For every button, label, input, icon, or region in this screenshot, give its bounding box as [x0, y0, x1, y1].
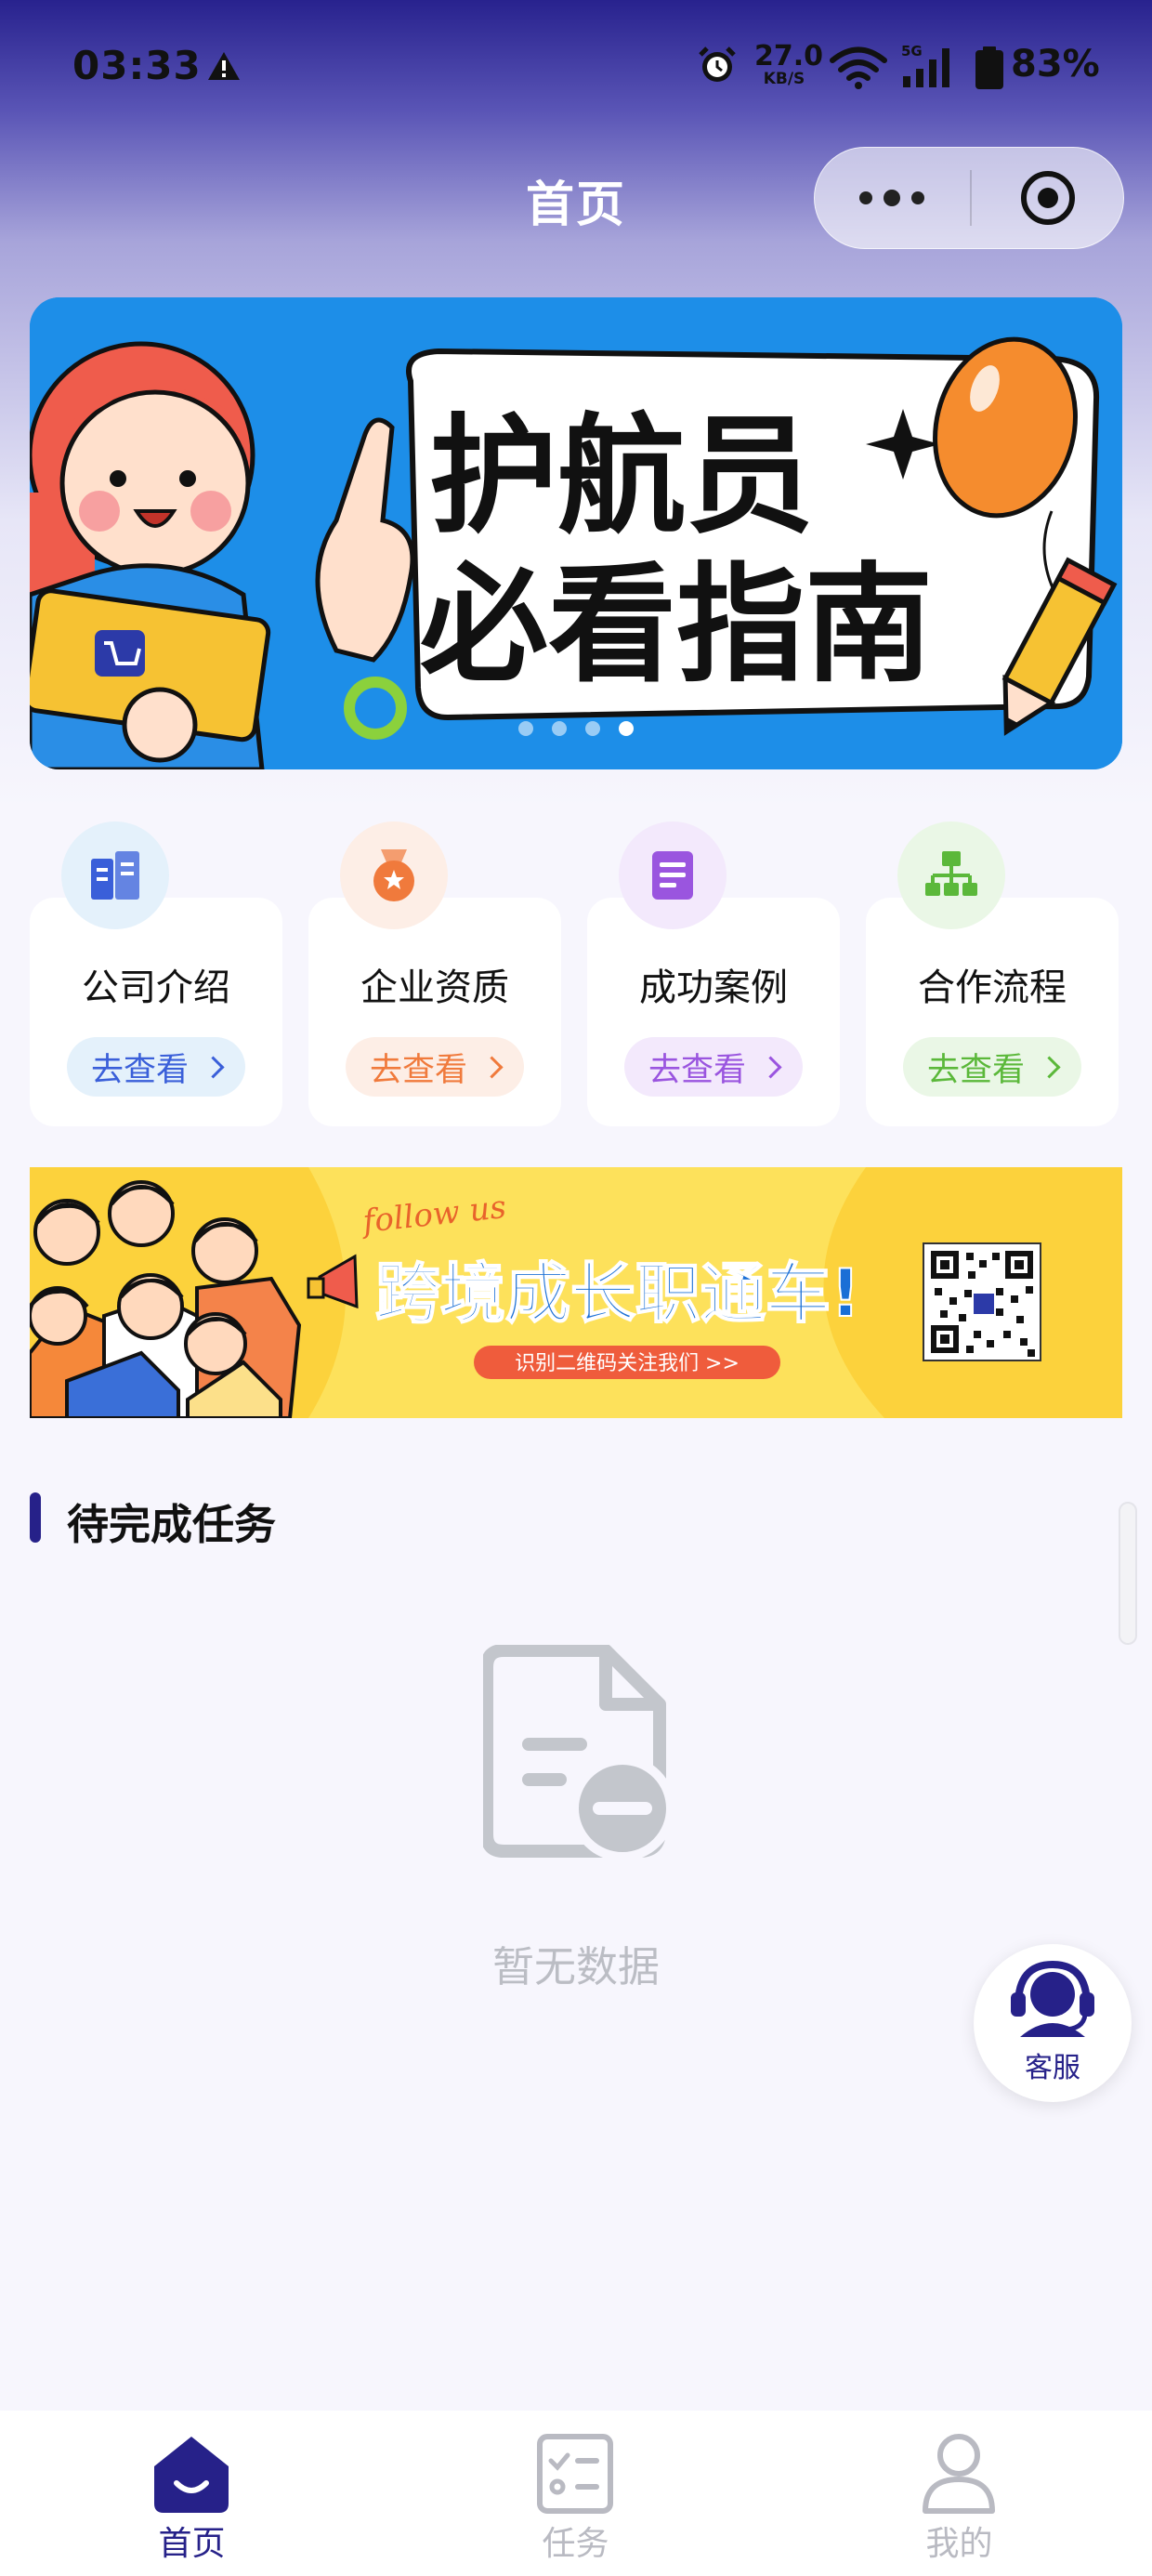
chevron-right-icon: [480, 1055, 504, 1079]
warning-icon: [208, 52, 240, 80]
battery-icon: [975, 46, 1003, 89]
pagination-dot-active[interactable]: [619, 721, 634, 736]
promo-cta: 识别二维码关注我们 >>: [515, 1352, 740, 1375]
section-title: 待完成任务: [67, 1500, 277, 1549]
network-speed: 27.0 KB/S: [754, 40, 824, 88]
home-icon: [154, 2437, 229, 2513]
banner-pagination: [30, 721, 1122, 736]
bottom-tab-bar: 首页 任务 我的: [0, 2411, 1152, 2576]
building-icon: [61, 821, 169, 929]
empty-document-icon: [483, 1645, 675, 1861]
chevron-right-icon: [202, 1055, 225, 1079]
promo-banner[interactable]: follow us 跨境成长职通车! 识别二维码关注我们 >>: [30, 1167, 1122, 1418]
task-list-icon: [537, 2434, 613, 2514]
promo-illustration: follow us 跨境成长职通车! 识别二维码关注我们 >>: [30, 1167, 1122, 1418]
more-options-button[interactable]: [815, 148, 969, 248]
mini-program-capsule: [814, 147, 1124, 249]
more-dot-icon: [911, 191, 924, 204]
view-details-label: 去查看: [369, 1051, 467, 1089]
tab-profile-label: 我的: [925, 2525, 993, 2563]
tab-home[interactable]: 首页: [0, 2411, 384, 2576]
pagination-dot[interactable]: [518, 721, 533, 736]
network-speed-unit: KB/S: [763, 70, 805, 88]
banner-illustration: 护航员 必看指南: [30, 297, 1122, 769]
quick-link-label: 公司介绍: [82, 966, 230, 1009]
user-icon: [923, 2434, 995, 2514]
more-dot-icon: [884, 190, 900, 206]
view-details-label: 去查看: [648, 1051, 746, 1089]
org-chart-icon: [897, 821, 1005, 929]
status-time: 03:33: [72, 43, 202, 88]
quick-link-label: 成功案例: [639, 966, 788, 1009]
cellular-signal-icon: 5G: [901, 43, 949, 87]
more-dot-icon: [859, 191, 872, 204]
wifi-icon: [830, 46, 887, 89]
pagination-dot[interactable]: [585, 721, 600, 736]
view-details-label: 去查看: [90, 1051, 189, 1089]
tab-tasks[interactable]: 任务: [384, 2411, 767, 2576]
network-speed-value: 27.0: [754, 40, 824, 72]
view-details-button[interactable]: 去查看: [903, 1037, 1081, 1097]
alarm-icon: [699, 46, 736, 82]
customer-service-button[interactable]: 客服: [974, 1944, 1132, 2102]
quick-link-label: 企业资质: [360, 966, 509, 1009]
pagination-dot[interactable]: [552, 721, 567, 736]
tab-tasks-label: 任务: [542, 2525, 609, 2563]
banner-line1: 护航员: [429, 401, 814, 551]
target-close-icon: [1021, 171, 1075, 225]
tab-profile[interactable]: 我的: [767, 2411, 1151, 2576]
document-icon: [619, 821, 727, 929]
chevron-right-icon: [1038, 1055, 1061, 1079]
view-details-label: 去查看: [926, 1051, 1025, 1089]
medal-icon: [340, 821, 448, 929]
status-bar: 03:33 27.0 KB/S 5G 83%: [0, 0, 1152, 139]
section-title-accent: [30, 1492, 41, 1543]
close-mini-program-button[interactable]: [971, 148, 1125, 248]
network-type-label: 5G: [901, 43, 923, 59]
view-details-button[interactable]: 去查看: [346, 1037, 524, 1097]
banner-line2: 必看指南: [420, 550, 933, 700]
promo-headline: 跨境成长职通车!: [375, 1255, 860, 1332]
scrollbar-thumb[interactable]: [1119, 1502, 1137, 1645]
view-details-button[interactable]: 去查看: [67, 1037, 245, 1097]
tab-home-label: 首页: [158, 2525, 226, 2563]
battery-percent: 83%: [1011, 43, 1100, 85]
headset-icon: [1011, 1960, 1094, 2037]
chevron-right-icon: [759, 1055, 782, 1079]
guide-banner[interactable]: 护航员 必看指南: [30, 297, 1122, 769]
view-details-button[interactable]: 去查看: [624, 1037, 803, 1097]
quick-link-label: 合作流程: [918, 966, 1067, 1009]
customer-service-label: 客服: [1025, 2052, 1080, 2084]
